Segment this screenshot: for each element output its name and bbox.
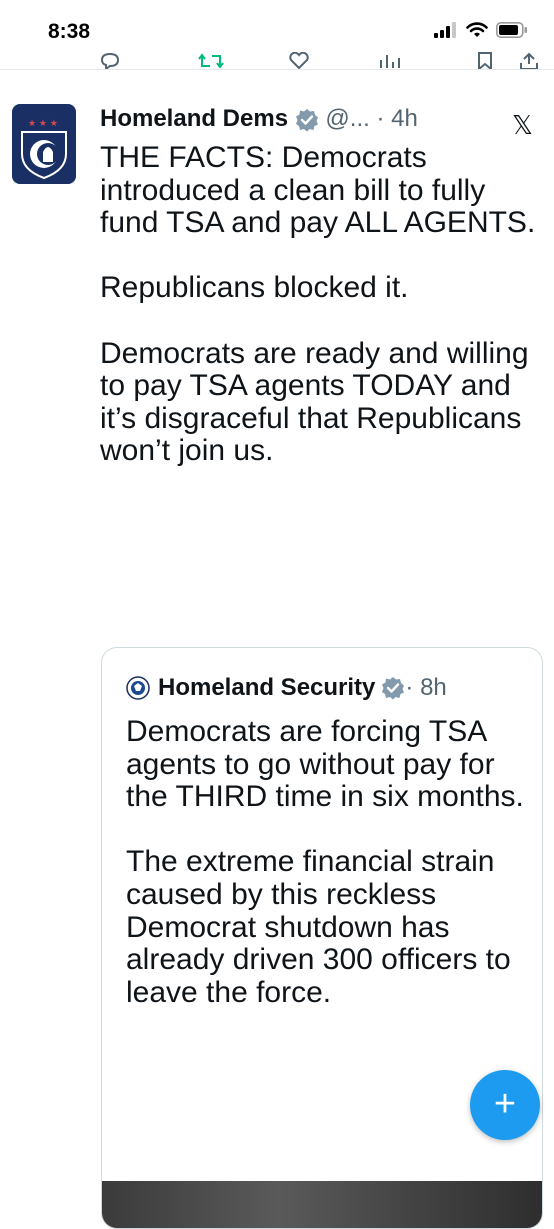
tweet-paragraph: THE FACTS: Democrats introduced a clean … <box>100 141 536 240</box>
svg-text:★ ★ ★: ★ ★ ★ <box>28 119 58 129</box>
signal-icon <box>434 22 456 38</box>
tweet-text: THE FACTS: Democrats introduced a clean … <box>100 141 545 468</box>
quote-text: Democrats are forcing TSA agents to go w… <box>126 715 526 1009</box>
verified-badge-icon <box>295 108 318 132</box>
share-icon[interactable] <box>518 52 540 70</box>
views-icon[interactable] <box>378 52 400 70</box>
quote-author-name[interactable]: Homeland Security <box>158 674 375 702</box>
avatar[interactable]: ★ ★ ★ <box>12 104 76 184</box>
x-logo-icon: 𝕏 <box>512 110 533 140</box>
tweet-paragraph: Democrats are ready and willing to pay T… <box>100 336 529 468</box>
tweet-paragraph: Republicans blocked it. <box>100 271 409 305</box>
reply-icon[interactable] <box>100 52 120 70</box>
quote-media-image[interactable] <box>102 1181 542 1228</box>
quote-paragraph: Democrats are forcing TSA agents to go w… <box>126 715 524 814</box>
status-time: 8:38 <box>48 20 91 43</box>
verified-badge-icon <box>382 677 405 700</box>
homeland-dems-logo-icon: ★ ★ ★ <box>21 119 67 180</box>
previous-tweet-action-bar <box>0 44 554 70</box>
wifi-icon <box>466 22 488 37</box>
compose-button[interactable]: + <box>470 1070 540 1140</box>
plus-icon: + <box>493 1083 517 1125</box>
battery-icon <box>496 22 527 38</box>
divider <box>0 69 554 70</box>
author-name[interactable]: Homeland Dems <box>100 105 288 132</box>
tweet-header: Homeland Dems @... · 4h <box>100 105 550 139</box>
bookmark-icon[interactable] <box>476 52 494 70</box>
handle-and-time[interactable]: @... · 4h <box>325 105 417 132</box>
quote-time: · 8h <box>405 674 447 701</box>
quote-paragraph: The extreme financial strain caused by t… <box>126 845 511 1009</box>
retweet-icon[interactable] <box>198 52 224 70</box>
quote-header: Homeland Security · 8h <box>126 674 447 702</box>
quote-tweet-card[interactable]: Homeland Security · 8h Democrats are for… <box>101 647 543 1229</box>
like-icon[interactable] <box>288 52 310 70</box>
dhs-seal-icon <box>126 676 150 700</box>
